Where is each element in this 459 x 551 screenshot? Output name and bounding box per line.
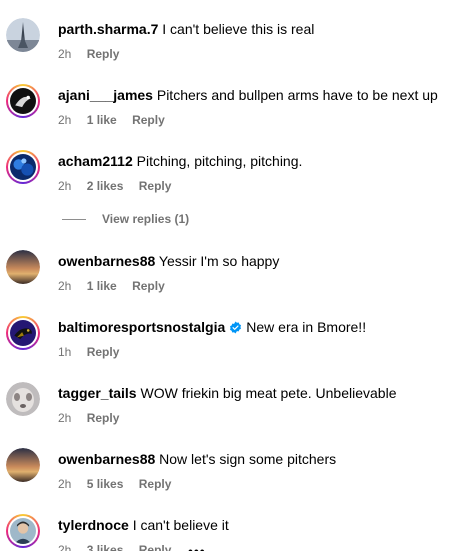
reply-button[interactable]: Reply [132, 113, 165, 127]
comment-text: Now let's sign some pitchers [159, 451, 337, 467]
comment-text: New era in Bmore!! [246, 319, 367, 335]
verified-badge-icon [230, 321, 242, 334]
sunset-photo-avatar-icon [6, 250, 40, 284]
likes-count[interactable]: 1 like [87, 279, 117, 293]
ravens-logo-avatar-icon [10, 320, 36, 346]
blue-abstract-avatar-icon [10, 154, 36, 180]
avatar[interactable] [6, 150, 40, 184]
comment-item: parth.sharma.7 I can't believe this is r… [0, 14, 459, 74]
comment-text: WOW friekin big meat pete. Unbelievable [140, 385, 397, 401]
comment-username[interactable]: parth.sharma.7 [58, 21, 158, 37]
comment-text: Pitching, pitching, pitching. [136, 153, 303, 169]
reply-button[interactable]: Reply [139, 477, 172, 491]
avatar[interactable] [6, 382, 40, 416]
avatar[interactable] [6, 250, 40, 284]
comment-item: tagger_tails WOW friekin big meat pete. … [0, 378, 459, 438]
comment-item: owenbarnes88 Now let's sign some pitcher… [0, 444, 459, 504]
more-options-icon[interactable]: ••• [188, 543, 206, 551]
likes-count[interactable]: 3 likes [87, 543, 124, 551]
comment-username[interactable]: ajani___james [58, 87, 153, 103]
comment-username[interactable]: baltimoresportsnostalgia [58, 319, 225, 335]
reply-button[interactable]: Reply [87, 411, 120, 425]
comment-username[interactable]: acham2112 [58, 153, 133, 169]
comment-username[interactable]: owenbarnes88 [58, 451, 155, 467]
person-photo-avatar-icon [10, 518, 36, 544]
comment-item: baltimoresportsnostalgia New era in Bmor… [0, 312, 459, 372]
comment-text: I can't believe it [132, 517, 229, 533]
avatar[interactable] [6, 514, 40, 548]
reply-button[interactable]: Reply [139, 179, 172, 193]
avatar[interactable] [6, 316, 40, 350]
dog-photo-avatar-icon [6, 382, 40, 416]
comment-time: 2h [58, 113, 72, 127]
comment-text: Yessir I'm so happy [158, 253, 280, 269]
eiffel-tower-photo-avatar-icon [6, 18, 40, 52]
comment-item: tylerdnoce I can't believe it 2h 3 likes… [0, 510, 459, 551]
comment-time: 2h [58, 47, 72, 61]
comment-time: 2h [58, 179, 72, 193]
comment-text: I can't believe this is real [162, 21, 315, 37]
comment-item: acham2112 Pitching, pitching, pitching. … [0, 146, 459, 206]
comment-text: Pitchers and bullpen arms have to be nex… [156, 87, 438, 103]
view-replies-button[interactable]: View replies (1) [62, 212, 189, 226]
comment-time: 2h [58, 411, 72, 425]
avatar[interactable] [6, 84, 40, 118]
avatar[interactable] [6, 18, 40, 52]
comment-time: 2h [58, 477, 72, 491]
likes-count[interactable]: 1 like [87, 113, 117, 127]
comment-username[interactable]: tagger_tails [58, 385, 137, 401]
comment-username[interactable]: owenbarnes88 [58, 253, 155, 269]
likes-count[interactable]: 5 likes [87, 477, 124, 491]
reply-button[interactable]: Reply [87, 47, 120, 61]
sunset-photo-avatar-icon [6, 448, 40, 482]
likes-count[interactable]: 2 likes [87, 179, 124, 193]
reply-button[interactable]: Reply [87, 345, 120, 359]
comment-time: 1h [58, 345, 72, 359]
dark-logo-avatar-icon [10, 88, 36, 114]
reply-button[interactable]: Reply [132, 279, 165, 293]
comment-item: ajani___james Pitchers and bullpen arms … [0, 80, 459, 140]
view-replies-label: View replies (1) [102, 212, 190, 226]
reply-button[interactable]: Reply [139, 543, 172, 551]
avatar[interactable] [6, 448, 40, 482]
comment-time: 2h [58, 279, 72, 293]
comment-time: 2h [58, 543, 72, 551]
comment-item: owenbarnes88 Yessir I'm so happy 2h 1 li… [0, 246, 459, 306]
replies-divider [62, 218, 86, 220]
comment-username[interactable]: tylerdnoce [58, 517, 129, 533]
